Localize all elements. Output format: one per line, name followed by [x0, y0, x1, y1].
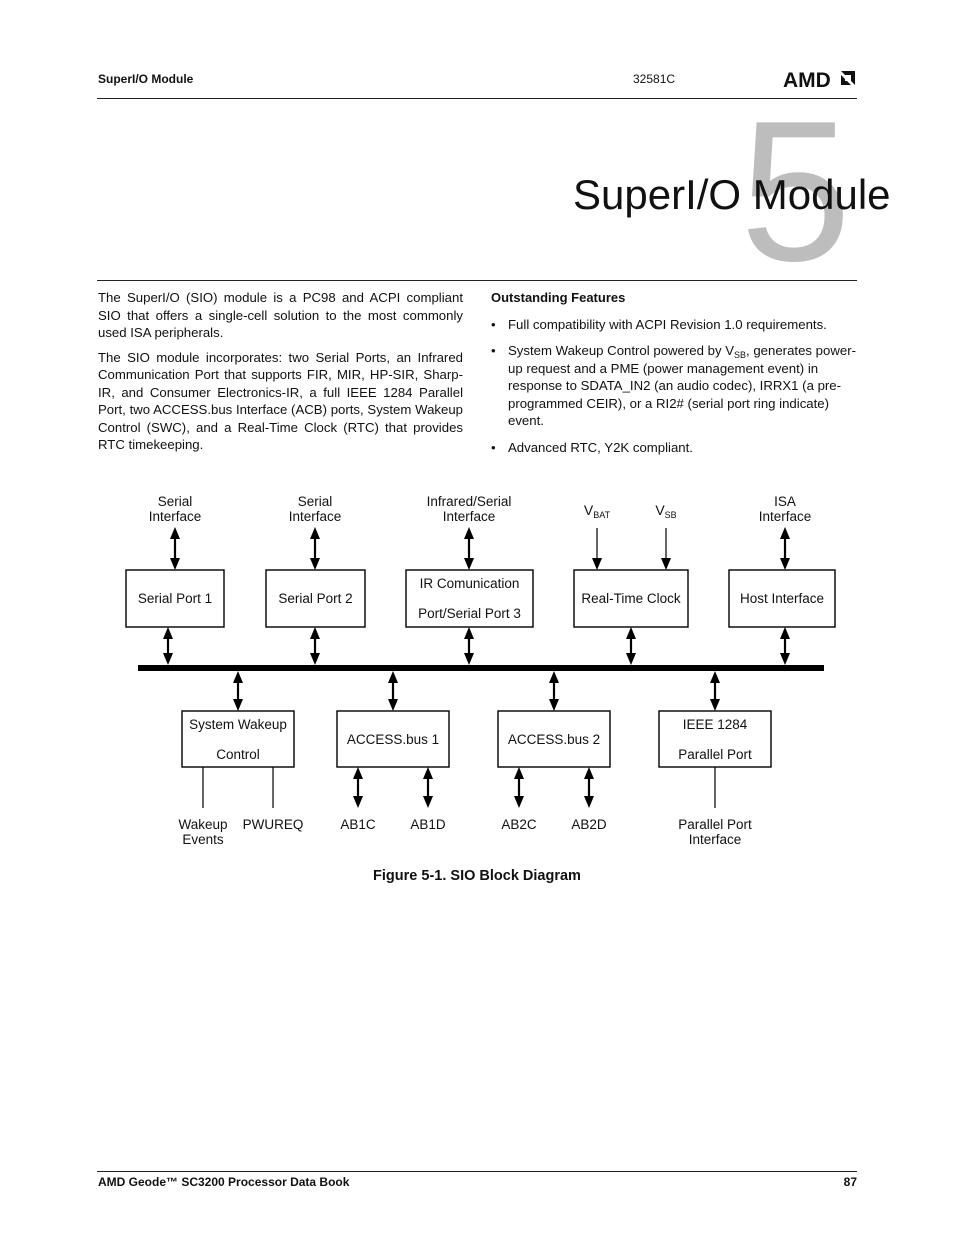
arrowhead-icon [388, 699, 398, 711]
block-label-line: Host Interface [739, 591, 825, 606]
footer-rule [97, 1171, 857, 1172]
arrowhead-icon [310, 653, 320, 665]
arrowhead-icon [353, 767, 363, 779]
signal-label: Parallel Port Interface [678, 817, 752, 847]
arrowhead-icon [661, 558, 671, 570]
arrowhead-icon [163, 653, 173, 665]
block-label-line: Real-Time Clock [581, 591, 681, 606]
arrowhead-icon [514, 767, 524, 779]
page-number: 87 [843, 1175, 857, 1189]
block-access-bus-1-label: ACCESS.bus 1 [337, 711, 449, 767]
block-label-line: Control [216, 746, 260, 762]
arrowhead-icon [549, 699, 559, 711]
block-rtc-label: Real-Time Clock [574, 570, 688, 627]
arrowhead-icon [514, 796, 524, 808]
arrowhead-icon [310, 627, 320, 639]
block-label-line: System Wakeup [189, 716, 287, 732]
block-access-bus-2-label: ACCESS.bus 2 [498, 711, 610, 767]
arrowhead-icon [310, 527, 320, 539]
signal-label: AB1C [340, 817, 376, 832]
block-serial-port-1-label: Serial Port 1 [126, 570, 224, 627]
signal-label: AB2C [501, 817, 537, 832]
arrowhead-icon [464, 627, 474, 639]
arrowhead-icon [626, 653, 636, 665]
arrowhead-icon [626, 627, 636, 639]
block-label-line: IEEE 1284 [682, 716, 748, 732]
block-label-line: Parallel Port [678, 746, 752, 762]
arrowhead-icon [710, 699, 720, 711]
arrowhead-icon [780, 558, 790, 570]
arrowhead-icon [170, 527, 180, 539]
arrowhead-icon [464, 653, 474, 665]
arrowhead-icon [170, 558, 180, 570]
arrowhead-icon [780, 653, 790, 665]
arrowhead-icon [353, 796, 363, 808]
block-label-line: Port/Serial Port 3 [418, 606, 521, 621]
figure-caption: Figure 5-1. SIO Block Diagram [373, 868, 581, 884]
arrowhead-icon [423, 767, 433, 779]
footer-book-title: AMD Geode™ SC3200 Processor Data Book [98, 1175, 350, 1189]
block-host-interface-label: Host Interface [729, 570, 835, 627]
external-label-serial-port-1: Serial Interface [148, 494, 202, 524]
power-input-label: VSB [655, 502, 677, 520]
signal-label: PWUREQ [242, 817, 304, 832]
internal-bus [138, 665, 824, 671]
arrowhead-icon [310, 558, 320, 570]
block-serial-port-2-label: Serial Port 2 [266, 570, 365, 627]
arrowhead-icon [584, 796, 594, 808]
block-label-line: IR Comunication [419, 576, 520, 591]
arrowhead-icon [464, 527, 474, 539]
arrowhead-icon [780, 527, 790, 539]
block-label-line: Serial Port 1 [137, 591, 213, 606]
block-parallel-port-label: IEEE 1284 Parallel Port [659, 711, 771, 767]
arrowhead-icon [584, 767, 594, 779]
block-label-line: Serial Port 2 [278, 591, 353, 606]
arrowhead-icon [549, 671, 559, 683]
external-label-serial-port-2: Serial Interface [288, 494, 342, 524]
diagram-canvas [125, 527, 836, 808]
arrowhead-icon [464, 558, 474, 570]
block-label-line: ACCESS.bus 1 [346, 731, 440, 747]
block-system-wakeup-control-label: System Wakeup Control [182, 711, 294, 767]
arrowhead-icon [233, 699, 243, 711]
arrowhead-icon [710, 671, 720, 683]
signal-label: Wakeup Events [178, 817, 228, 847]
arrowhead-icon [592, 558, 602, 570]
arrowhead-icon [423, 796, 433, 808]
external-label-ir-port: Infrared/Serial Interface [426, 494, 512, 524]
power-input-label: VBAT [583, 502, 611, 520]
arrowhead-icon [163, 627, 173, 639]
arrowhead-icon [388, 671, 398, 683]
arrowhead-icon [233, 671, 243, 683]
signal-label: AB1D [410, 817, 446, 832]
arrowhead-icon [780, 627, 790, 639]
block-label-line: ACCESS.bus 2 [507, 731, 601, 747]
external-label-host-interface: ISA Interface [758, 494, 812, 524]
block-ir-port-label: IR Comunication Port/Serial Port 3 [406, 570, 533, 627]
signal-label: AB2D [571, 817, 607, 832]
